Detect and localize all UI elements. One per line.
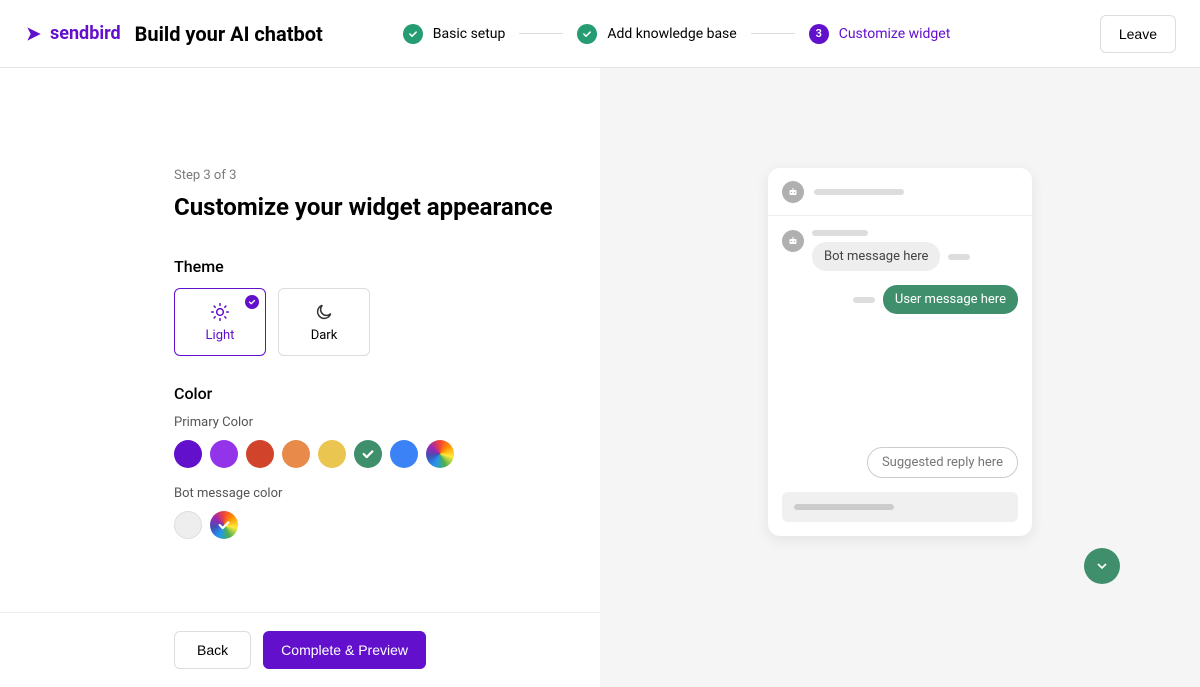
placeholder-line xyxy=(794,504,894,510)
chat-widget-preview: Bot message here User message here Sugge… xyxy=(768,168,1032,536)
widget-header xyxy=(768,168,1032,216)
form-panel: Step 3 of 3 Customize your widget appear… xyxy=(0,68,600,687)
step-number-badge: 3 xyxy=(809,24,829,44)
page-heading: Customize your widget appearance xyxy=(174,193,600,221)
color-swatch-yellow[interactable] xyxy=(318,440,346,468)
bot-message-color-label: Bot message color xyxy=(174,486,600,501)
step-indicator: Step 3 of 3 xyxy=(174,168,600,183)
check-icon xyxy=(217,518,231,532)
step-label: Add knowledge base xyxy=(607,26,736,42)
bot-message-swatches xyxy=(174,511,600,539)
color-swatch-custom[interactable] xyxy=(426,440,454,468)
form-footer: Back Complete & Preview xyxy=(0,612,600,687)
check-icon xyxy=(361,447,375,461)
sun-icon xyxy=(210,302,230,322)
sendbird-icon xyxy=(24,24,44,44)
theme-label: Theme xyxy=(174,257,600,276)
widget-body: Bot message here User message here Sugge… xyxy=(768,216,1032,492)
chevron-down-icon xyxy=(1094,558,1110,574)
back-button[interactable]: Back xyxy=(174,631,251,669)
step-label: Customize widget xyxy=(839,26,951,42)
step-knowledge-base: Add knowledge base xyxy=(577,24,736,44)
brand-name: sendbird xyxy=(50,23,121,44)
step-basic-setup: Basic setup xyxy=(403,24,506,44)
check-icon xyxy=(403,24,423,44)
theme-option-light[interactable]: Light xyxy=(174,288,266,356)
step-divider xyxy=(751,33,795,34)
preview-panel: Bot message here User message here Sugge… xyxy=(600,68,1200,687)
color-label: Color xyxy=(174,384,600,403)
bot-avatar-icon xyxy=(782,230,804,252)
primary-color-label: Primary Color xyxy=(174,415,600,430)
bot-message-bubble: Bot message here xyxy=(812,242,940,271)
theme-options: Light Dark xyxy=(174,288,600,356)
theme-option-label: Dark xyxy=(311,328,338,343)
color-swatch-green[interactable] xyxy=(354,440,382,468)
color-swatch-purple[interactable] xyxy=(174,440,202,468)
brand-logo: sendbird xyxy=(24,23,121,44)
app-header: sendbird Build your AI chatbot Basic set… xyxy=(0,0,1200,68)
step-label: Basic setup xyxy=(433,26,506,42)
page-title: Build your AI chatbot xyxy=(135,22,323,46)
color-swatch-light-grey[interactable] xyxy=(174,511,202,539)
bot-message-row: Bot message here xyxy=(782,230,1018,271)
bot-avatar-icon xyxy=(782,181,804,203)
widget-input-placeholder[interactable] xyxy=(782,492,1018,522)
user-message-row: User message here xyxy=(782,285,1018,314)
complete-preview-button[interactable]: Complete & Preview xyxy=(263,631,426,669)
suggested-reply-chip[interactable]: Suggested reply here xyxy=(867,447,1018,478)
widget-toggle-button[interactable] xyxy=(1084,548,1120,584)
step-divider xyxy=(519,33,563,34)
placeholder-line xyxy=(812,230,868,236)
placeholder-line xyxy=(853,297,875,303)
check-icon xyxy=(577,24,597,44)
progress-stepper: Basic setup Add knowledge base 3 Customi… xyxy=(403,24,951,44)
color-swatch-violet[interactable] xyxy=(210,440,238,468)
color-swatch-red[interactable] xyxy=(246,440,274,468)
step-customize-widget: 3 Customize widget xyxy=(809,24,951,44)
theme-option-label: Light xyxy=(206,328,235,343)
theme-option-dark[interactable]: Dark xyxy=(278,288,370,356)
color-swatch-custom[interactable] xyxy=(210,511,238,539)
primary-color-swatches xyxy=(174,440,600,468)
selected-badge-icon xyxy=(245,295,259,309)
placeholder-line xyxy=(814,189,904,195)
moon-icon xyxy=(314,302,334,322)
placeholder-line xyxy=(948,254,970,260)
color-swatch-orange[interactable] xyxy=(282,440,310,468)
leave-button[interactable]: Leave xyxy=(1100,15,1176,53)
user-message-bubble: User message here xyxy=(883,285,1018,314)
color-swatch-blue[interactable] xyxy=(390,440,418,468)
